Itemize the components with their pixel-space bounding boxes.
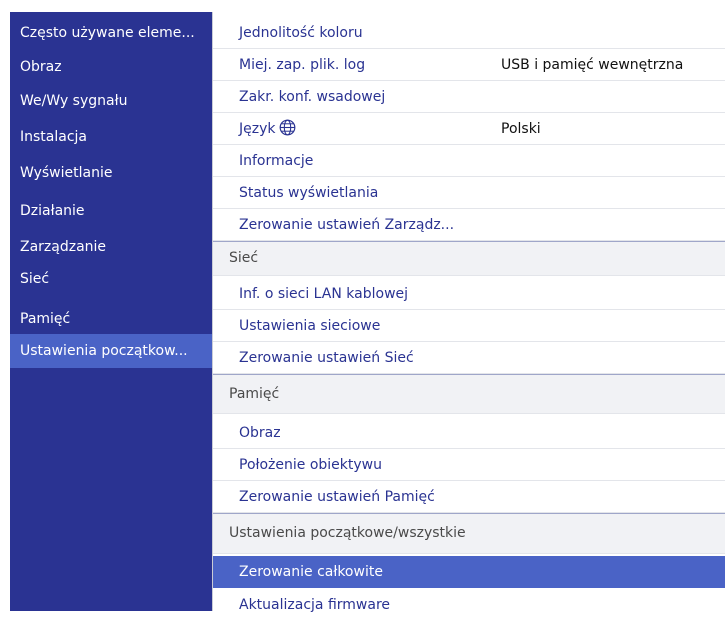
list-item-jednolitosc-koloru[interactable]: Jednolitość koloru: [213, 17, 725, 49]
list-item-miej-zap-plik-log[interactable]: Miej. zap. plik. log USB i pamięć wewnęt…: [213, 49, 725, 81]
sidebar-item-wyswietlanie[interactable]: Wyświetlanie: [10, 156, 212, 190]
section-header-siec: Sieć: [213, 241, 725, 276]
list-item-jezyk[interactable]: Język Polski: [213, 113, 725, 145]
item-label: Inf. o sieci LAN kablowej: [239, 286, 409, 302]
item-label: Zerowanie ustawień Zarządz...: [239, 217, 455, 233]
sidebar-item-ustawienia-poczatkowe[interactable]: Ustawienia początkow...: [10, 334, 212, 368]
item-label: Zakr. konf. wsadowej: [239, 89, 386, 105]
sidebar-item-pamiec[interactable]: Pamięć: [10, 302, 212, 336]
list-item-status-wyswietlania[interactable]: Status wyświetlania: [213, 177, 725, 209]
item-value: USB i pamięć wewnętrzna: [501, 57, 684, 73]
list-item-informacje[interactable]: Informacje: [213, 145, 725, 177]
item-label: Język: [239, 113, 296, 148]
item-label: Jednolitość koloru: [239, 25, 363, 41]
section-header-ustawienia-poczatkowe: Ustawienia początkowe/wszystkie: [213, 513, 725, 554]
list-item-zerowanie-zarzadzanie[interactable]: Zerowanie ustawień Zarządz...: [213, 209, 725, 241]
list-item-obraz[interactable]: Obraz: [213, 417, 725, 449]
item-label: Obraz: [239, 425, 281, 441]
item-label: Miej. zap. plik. log: [239, 57, 366, 73]
item-label: Ustawienia sieciowe: [239, 318, 381, 334]
item-value: Polski: [501, 121, 541, 137]
list-item-polozenie-obiektywu[interactable]: Położenie obiektywu: [213, 449, 725, 481]
item-label: Położenie obiektywu: [239, 457, 383, 473]
sidebar-menu: Często używane eleme... Obraz We/Wy sygn…: [10, 12, 212, 611]
list-item-zerowanie-pamiec[interactable]: Zerowanie ustawień Pamięć: [213, 481, 725, 513]
section-label: Ustawienia początkowe/wszystkie: [229, 525, 466, 541]
list-item-aktualizacja-firmware[interactable]: Aktualizacja firmware: [213, 589, 725, 621]
item-label-text: Język: [239, 121, 276, 137]
section-label: Pamięć: [229, 386, 280, 402]
list-item-zerowanie-siec[interactable]: Zerowanie ustawień Sieć: [213, 342, 725, 374]
sidebar-item-siec[interactable]: Sieć: [10, 262, 212, 296]
section-header-pamiec: Pamięć: [213, 374, 725, 414]
list-item-zakr-konf-wsadowej[interactable]: Zakr. konf. wsadowej: [213, 81, 725, 113]
list-item-inf-o-sieci-lan[interactable]: Inf. o sieci LAN kablowej: [213, 278, 725, 310]
list-item-ustawienia-sieciowe[interactable]: Ustawienia sieciowe: [213, 310, 725, 342]
item-label: Aktualizacja firmware: [239, 597, 391, 613]
sidebar-item-we-wy-sygnalu[interactable]: We/Wy sygnału: [10, 84, 212, 118]
item-label: Status wyświetlania: [239, 185, 379, 201]
list-item-zerowanie-calkowite[interactable]: Zerowanie całkowite: [213, 556, 725, 588]
section-label: Sieć: [229, 250, 259, 266]
settings-list: Jednolitość koloru Miej. zap. plik. log …: [212, 12, 725, 613]
sidebar-item-instalacja[interactable]: Instalacja: [10, 120, 212, 154]
sidebar-item-obraz[interactable]: Obraz: [10, 50, 212, 84]
item-label: Zerowanie ustawień Sieć: [239, 350, 414, 366]
globe-icon: [279, 116, 296, 148]
item-label: Informacje: [239, 153, 314, 169]
sidebar-item-czesto-uzywane[interactable]: Często używane eleme...: [10, 16, 212, 50]
sidebar-item-zarzadzanie[interactable]: Zarządzanie: [10, 230, 212, 264]
sidebar-item-dzialanie[interactable]: Działanie: [10, 194, 212, 228]
item-label: Zerowanie ustawień Pamięć: [239, 489, 435, 505]
item-label: Zerowanie całkowite: [239, 564, 383, 580]
